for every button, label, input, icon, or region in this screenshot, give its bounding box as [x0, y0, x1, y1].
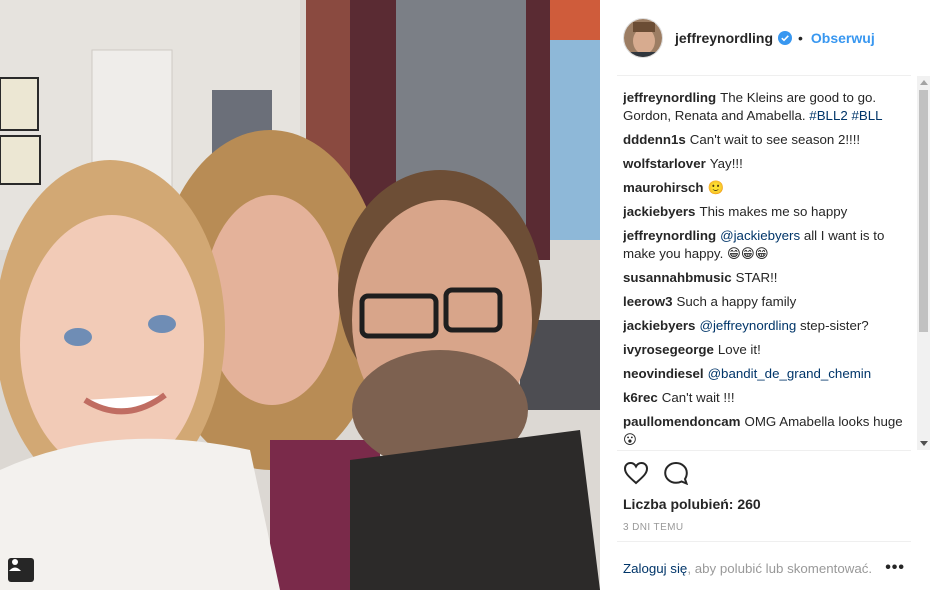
comment-icon[interactable] [663, 461, 689, 487]
comment-text: Love it! [717, 342, 761, 357]
post-actions [623, 460, 689, 488]
comment-mention[interactable]: @bandit_de_grand_chemin [708, 366, 872, 381]
avatar[interactable] [623, 18, 663, 58]
comment-item: jackiebyers @jeffreynordling step-sister? [623, 317, 909, 335]
post-timestamp[interactable]: 3 dni temu [623, 522, 684, 533]
comment-text: step-sister? [799, 318, 869, 333]
header-separator: • [798, 30, 803, 46]
user-tag-icon[interactable] [8, 558, 34, 582]
divider [617, 450, 911, 451]
comment-username[interactable]: ivyrosegeorge [623, 342, 714, 357]
comment-item: susannahbmusic STAR!! [623, 269, 909, 287]
comment-text: Yay!!! [709, 156, 743, 171]
comment-item: neovindiesel @bandit_de_grand_chemin [623, 365, 909, 383]
comment-username[interactable]: maurohirsch [623, 180, 704, 195]
post-username[interactable]: jeffreynordling [675, 30, 773, 46]
comment-text: 🙂 [707, 180, 725, 195]
comment-item: wolfstarlover Yay!!! [623, 155, 909, 173]
comment-username[interactable]: jackiebyers [623, 204, 695, 219]
comment-item: ivyrosegeorge Love it! [623, 341, 909, 359]
comment-username[interactable]: jackiebyers [623, 318, 695, 333]
comment-text: Can't wait to see season 2!!!! [689, 132, 861, 147]
login-link[interactable]: Zaloguj się [623, 561, 687, 576]
comment-text: STAR!! [735, 270, 778, 285]
post-photo[interactable] [0, 0, 600, 590]
login-prompt: Zaloguj się, aby polubić lub skomentować… [623, 561, 872, 576]
comment-username[interactable]: neovindiesel [623, 366, 704, 381]
comment-item: jeffreynordling The Kleins are good to go… [623, 89, 909, 125]
comment-text: Can't wait !!! [661, 390, 735, 405]
comment-username[interactable]: jeffreynordling [623, 228, 716, 243]
comment-username[interactable]: susannahbmusic [623, 270, 732, 285]
comment-username[interactable]: dddenn1s [623, 132, 686, 147]
comments-list: jeffreynordling The Kleins are good to go… [623, 89, 909, 449]
comment-hashtags[interactable]: #BLL2 #BLL [809, 108, 882, 123]
scroll-up-arrow-icon[interactable] [920, 80, 928, 85]
comment-item: leerow3 Such a happy family [623, 293, 909, 311]
post-side-panel: jeffreynordling • Obserwuj jeffreynordli… [601, 0, 931, 590]
comment-item: paullomendoncam OMG Amabella looks huge 😮 [623, 413, 909, 449]
likes-count[interactable]: Liczba polubień: 260 [623, 496, 761, 512]
comment-item: jackiebyers This makes me so happy [623, 203, 909, 221]
comment-username[interactable]: wolfstarlover [623, 156, 706, 171]
comment-mention[interactable]: @jackiebyers [720, 228, 800, 243]
comment-username[interactable]: paullomendoncam [623, 414, 740, 429]
scroll-thumb[interactable] [919, 90, 928, 332]
comments-scrollbar[interactable] [917, 76, 930, 450]
comment-username[interactable]: k6rec [623, 390, 658, 405]
post-header: jeffreynordling • Obserwuj [601, 0, 931, 76]
comment-item: dddenn1s Can't wait to see season 2!!!! [623, 131, 909, 149]
comment-item: jeffreynordling @jackiebyers all I want i… [623, 227, 909, 263]
comment-item: k6rec Can't wait !!! [623, 389, 909, 407]
more-options-button[interactable]: ••• [885, 559, 905, 577]
comment-username[interactable]: leerow3 [623, 294, 673, 309]
verified-badge-icon [778, 31, 793, 45]
follow-button[interactable]: Obserwuj [811, 30, 875, 46]
photo-illustration [0, 0, 600, 590]
scroll-down-arrow-icon[interactable] [920, 441, 928, 446]
divider [617, 541, 911, 542]
comment-username[interactable]: jeffreynordling [623, 90, 716, 105]
login-prompt-text: , aby polubić lub skomentować. [687, 561, 873, 576]
heart-icon[interactable] [623, 461, 649, 487]
comment-mention[interactable]: @jeffreynordling [699, 318, 796, 333]
comment-item: maurohirsch 🙂 [623, 179, 909, 197]
comment-text: Such a happy family [676, 294, 797, 309]
comment-text: This makes me so happy [699, 204, 848, 219]
